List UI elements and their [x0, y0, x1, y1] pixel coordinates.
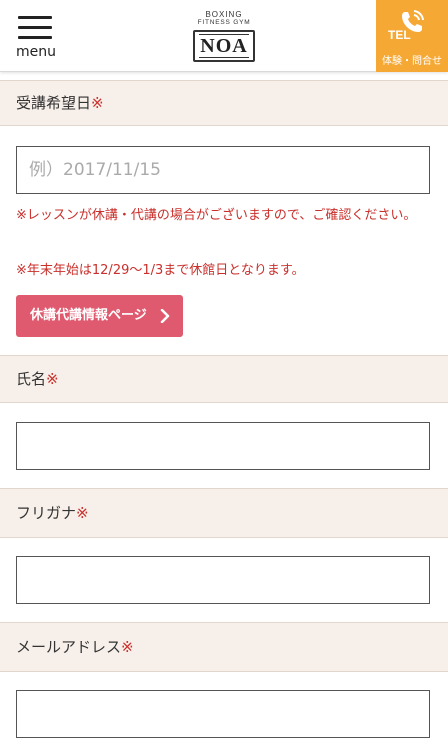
date-required-mark: ※	[91, 94, 104, 112]
closure-note: ※レッスンが休講・代講の場合がございますので、ご確認ください。	[16, 208, 417, 223]
email-section-header: メールアドレス※	[0, 622, 448, 672]
logo-name: NOA	[200, 35, 248, 57]
name-label: 氏名	[16, 370, 47, 388]
email-input[interactable]	[16, 690, 430, 738]
menu-label: menu	[16, 44, 56, 60]
closure-info-button[interactable]: 休講代講情報ページ	[16, 295, 183, 337]
logo-line-fitness: FITNESS GYM	[197, 19, 251, 26]
furigana-required-mark: ※	[76, 504, 89, 522]
holiday-note: ※年末年始は12/29〜1/3まで休館日となります。	[16, 263, 305, 278]
furigana-label: フリガナ	[16, 504, 77, 522]
hamburger-icon	[18, 16, 52, 40]
tel-label: TEL	[388, 28, 411, 42]
closure-info-button-label: 休講代講情報ページ	[30, 308, 147, 323]
date-section-header: 受講希望日※	[0, 80, 448, 126]
date-label: 受講希望日	[16, 94, 92, 112]
logo[interactable]: BOXING FITNESS GYM NOA	[188, 10, 260, 66]
email-label: メールアドレス	[16, 638, 122, 656]
menu-button[interactable]: menu	[14, 12, 58, 62]
name-section-header: 氏名※	[0, 355, 448, 403]
name-required-mark: ※	[46, 370, 59, 388]
furigana-section-header: フリガナ※	[0, 488, 448, 538]
site-header: menu BOXING FITNESS GYM NOA TEL 体験・問合せ	[0, 0, 448, 72]
name-input[interactable]	[16, 422, 430, 470]
email-required-mark: ※	[121, 638, 134, 656]
tel-sub-label: 体験・問合せ	[382, 56, 442, 67]
logo-line-boxing: BOXING	[205, 10, 243, 19]
logo-frame: NOA	[193, 30, 255, 62]
furigana-input[interactable]	[16, 556, 430, 604]
tel-button[interactable]: TEL 体験・問合せ	[376, 0, 448, 72]
chevron-right-icon	[160, 309, 170, 323]
date-input[interactable]	[16, 146, 430, 194]
